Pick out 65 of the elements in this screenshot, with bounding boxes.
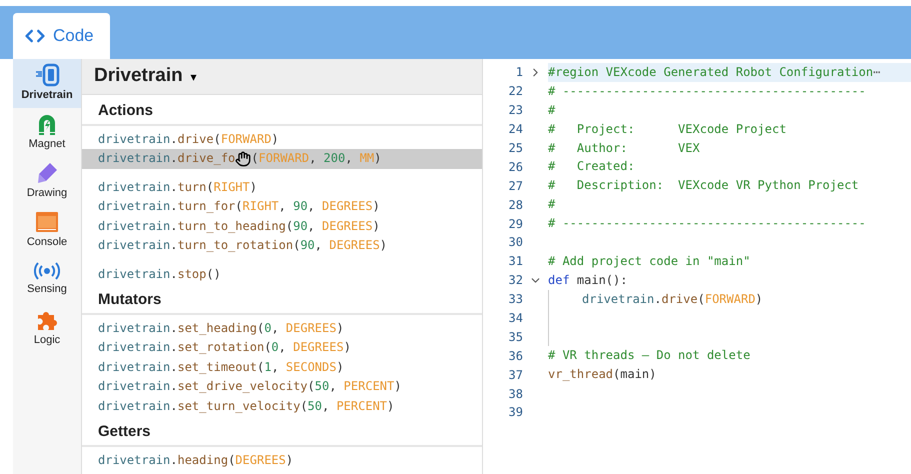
code-snippet[interactable]: drivetrain.drive(FORWARD)	[82, 130, 482, 149]
line-number: 29	[508, 216, 523, 233]
category-button[interactable]: Sensing	[13, 255, 81, 304]
code-text: # Add project code in "main"	[548, 254, 750, 268]
panel-header[interactable]: Drivetrain ▾	[82, 59, 482, 95]
hand-cursor-icon	[235, 150, 252, 167]
category-button[interactable]: Console	[13, 206, 81, 255]
code-snippet[interactable]: drivetrain.set_heading(0, DEGREES)	[82, 318, 482, 338]
code-text: # VR threads — Do not delete	[548, 348, 750, 362]
line-number: 33	[508, 291, 523, 308]
code-snippet[interactable]: drivetrain.turn_for(RIGHT, 90, DEGREES)	[82, 197, 482, 216]
line-number: 31	[508, 253, 523, 270]
section-heading: Mutators	[82, 284, 482, 314]
code-text: def main():	[548, 272, 628, 287]
code-snippet[interactable]: drivetrain.stop()	[82, 264, 482, 284]
line-number: 35	[508, 328, 523, 346]
section-heading: Getters	[82, 416, 482, 446]
code-snippet[interactable]: drivetrain.set_rotation(0, DEGREES)	[82, 338, 482, 358]
code-text: #	[548, 102, 556, 117]
code-text: # Project: VEXcode Project	[548, 122, 786, 136]
code-snippet[interactable]: drivetrain.set_drive_velocity(50, PERCENT)	[82, 377, 482, 396]
code-snippet[interactable]: drivetrain.set_timeout(1, SECONDS)	[82, 358, 482, 377]
code-text: vr_thread(main)	[548, 367, 656, 382]
line-number: 25	[508, 140, 523, 157]
code-text: #	[548, 197, 556, 212]
line-number: 22	[508, 83, 523, 100]
category-button[interactable]: Magnet	[13, 108, 81, 157]
line-number: 39	[508, 404, 523, 422]
panel-title: Drivetrain	[94, 64, 183, 88]
code-snippet[interactable]: drivetrain.turn(RIGHT)	[82, 178, 482, 197]
line-number: 23	[508, 102, 523, 120]
line-number: 36	[508, 348, 523, 365]
code-text: # ------------------------------------------	[548, 216, 866, 230]
section-heading: Actions	[82, 95, 482, 126]
code-text: # Created:	[548, 159, 635, 174]
line-number: 27	[508, 178, 523, 195]
category-button[interactable]: Drawing	[13, 157, 81, 206]
signal-icon	[34, 261, 60, 282]
code-text: drivetrain.drive(FORWARD)	[582, 292, 763, 306]
line-number: 30	[508, 234, 523, 252]
dropdown-caret[interactable]: ▾	[190, 68, 197, 86]
drivetrain-icon	[34, 63, 60, 88]
line-number: 28	[508, 196, 523, 214]
line-number: 26	[508, 158, 523, 176]
line-number: 38	[508, 386, 523, 403]
code-text: # Author: VEX	[548, 140, 700, 155]
code-tab[interactable]: Code	[13, 13, 110, 59]
code-snippet[interactable]: drivetrain.turn_to_heading(90, DEGREES)	[82, 216, 482, 236]
code-text: # Description: VEXcode VR Python Project	[548, 178, 859, 192]
line-number: 34	[508, 310, 523, 328]
code-text: #region VEXcode Generated Robot Configuration	[548, 65, 874, 79]
line-number: 32	[508, 272, 523, 290]
line-number: 1	[514, 64, 523, 82]
pencil-icon	[35, 161, 59, 186]
code-snippet[interactable]: drivetrain.drive_fo (FORWARD, 200, MM)	[82, 149, 482, 168]
console-icon	[35, 210, 59, 234]
line-number: 24	[508, 121, 523, 138]
category-button[interactable]: Logic	[13, 304, 81, 353]
code-snippet[interactable]: drivetrain.set_turn_velocity(50, PERCENT)	[82, 396, 482, 416]
code-snippet[interactable]: drivetrain.turn_to_rotation(90, DEGREES)	[82, 236, 482, 256]
code-text: # ------------------------------------------	[548, 84, 866, 98]
code-snippet[interactable]: drivetrain.heading(DEGREES)	[82, 450, 482, 470]
category-button[interactable]: Drivetrain	[13, 59, 81, 108]
fold-ellipsis[interactable]: ⋯	[873, 65, 880, 79]
line-number: 37	[508, 366, 523, 384]
